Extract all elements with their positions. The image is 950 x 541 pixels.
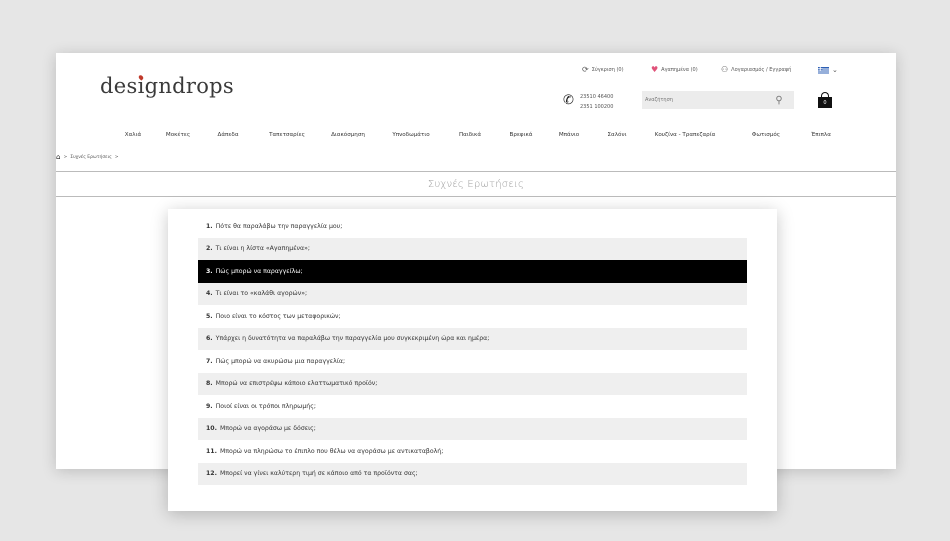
faq-item[interactable]: 11. Μπορώ να πληρώσω το έπιπλο που θέλω ν… — [198, 440, 747, 463]
account-label: Λογαριασμός / Εγγραφή — [731, 67, 792, 73]
nav-item[interactable]: Κουζίνα - Τραπεζαρία — [655, 132, 716, 138]
faq-panel: 1. Πότε θα παραλάβω την παραγγελία μου; 2… — [168, 209, 777, 511]
nav-item[interactable]: Μπάνιο — [559, 132, 579, 138]
phone-number-2[interactable]: 2351 100200 — [580, 102, 613, 112]
faq-number: 7. — [206, 357, 213, 365]
nav-item[interactable]: Σαλόνι — [608, 132, 627, 138]
breadcrumb-current: Συχνές Ερωτήσεις — [70, 154, 112, 160]
cart-count: 0 — [818, 97, 832, 108]
faq-question: Μπορεί να γίνει καλύτερη τιμή σε κάποιο … — [219, 470, 418, 478]
faq-number: 9. — [206, 402, 213, 410]
faq-item[interactable]: 10. Μπορώ να αγοράσω με δόσεις; — [198, 417, 747, 440]
compare-icon: ⟳ — [582, 65, 589, 74]
faq-question: Πώς μπορώ να παραγγείλω; — [215, 267, 303, 275]
wishlist-label: Αγαπημένα (0) — [661, 67, 698, 73]
account-link[interactable]: ⚇ Λογαριασμός / Εγγραφή — [721, 66, 791, 74]
faq-question: Τι είναι η λίστα «Αγαπημένα»; — [215, 245, 310, 253]
search-button[interactable]: ⚲ — [764, 91, 794, 109]
faq-item[interactable]: 7. Πώς μπορώ να ακυρώσω μια παραγγελία; — [198, 350, 747, 373]
faq-number: 4. — [206, 290, 213, 298]
faq-question: Ποιοί είναι οι τρόποι πληρωμής; — [215, 402, 316, 410]
faq-item[interactable]: 4. Τι είναι το «καλάθι αγορών»; — [198, 282, 747, 305]
faq-number: 6. — [206, 335, 213, 343]
faq-question: Μπορώ να επιστρέψω κάποιο ελαττωματικό π… — [215, 380, 378, 388]
faq-number: 5. — [206, 312, 213, 320]
nav-item[interactable]: Βρεφικά — [510, 132, 533, 138]
faq-number: 12. — [206, 470, 217, 478]
site-logo[interactable]: designdrops — [100, 74, 234, 98]
home-icon[interactable]: ⌂ — [56, 153, 60, 161]
nav-item[interactable]: Υπνοδωμάτιο — [392, 132, 429, 138]
nav-item[interactable]: Έπιπλα — [811, 132, 831, 138]
logo-text-start: des — [100, 74, 138, 98]
faq-number: 1. — [206, 222, 213, 230]
nav-item[interactable]: Δάπεδα — [217, 132, 238, 138]
nav-item[interactable]: Χαλιά — [125, 132, 141, 138]
faq-number: 8. — [206, 380, 213, 388]
nav-item[interactable]: Παιδικά — [459, 132, 481, 138]
title-band: Συχνές Ερωτήσεις — [56, 171, 896, 197]
page-title: Συχνές Ερωτήσεις — [427, 178, 525, 190]
compare-link[interactable]: ⟳ Σύγκριση (0) — [582, 66, 624, 74]
faq-item[interactable]: 6. Υπάρχει η δυνατότητα να παραλάβω την π… — [198, 327, 747, 350]
faq-question: Πότε θα παραλάβω την παραγγελία μου; — [215, 222, 343, 230]
nav-item[interactable]: Μοκέτες — [166, 132, 190, 138]
faq-question: Υπάρχει η δυνατότητα να παραλάβω την παρ… — [215, 335, 490, 343]
faq-item[interactable]: 12. Μπορεί να γίνει καλύτερη τιμή σε κάπο… — [198, 462, 747, 485]
faq-question: Μπορώ να πληρώσω το έπιπλο που θέλω να α… — [219, 447, 444, 455]
faq-number: 10. — [206, 425, 217, 433]
faq-question: Πώς μπορώ να ακυρώσω μια παραγγελία; — [215, 357, 346, 365]
heart-icon: ♥ — [651, 65, 659, 74]
nav-item[interactable]: Διακόσμηση — [331, 132, 365, 138]
faq-item[interactable]: 9. Ποιοί είναι οι τρόποι πληρωμής; — [198, 395, 747, 418]
user-icon: ⚇ — [721, 65, 729, 74]
faq-item[interactable]: 5. Ποιο είναι το κόστος των μεταφορικών; — [198, 305, 747, 328]
breadcrumb: ⌂ > Συχνές Ερωτήσεις > — [56, 153, 119, 161]
faq-item[interactable]: 8. Μπορώ να επιστρέψω κάποιο ελαττωματικό… — [198, 372, 747, 395]
search-icon: ⚲ — [775, 94, 783, 106]
main-navigation: Χαλιά Μοκέτες Δάπεδα Ταπετσαρίες Διακόσμ… — [56, 132, 896, 142]
logo-text-dot-letter: i — [137, 74, 145, 98]
faq-number: 2. — [206, 245, 213, 253]
faq-list: 1. Πότε θα παραλάβω την παραγγελία μου; 2… — [198, 215, 747, 485]
cart-button[interactable]: 0 — [818, 92, 832, 108]
language-selector[interactable]: ⌄ — [818, 66, 838, 74]
wishlist-link[interactable]: ♥ Αγαπημένα (0) — [651, 66, 698, 74]
faq-question: Ποιο είναι το κόστος των μεταφορικών; — [215, 312, 341, 320]
breadcrumb-separator: > — [63, 154, 68, 160]
phone-icon: ✆ — [563, 93, 574, 108]
chevron-down-icon: ⌄ — [832, 66, 838, 74]
faq-item-active[interactable]: 3. Πώς μπορώ να παραγγείλω; — [198, 260, 747, 283]
faq-item[interactable]: 1. Πότε θα παραλάβω την παραγγελία μου; — [198, 215, 747, 238]
faq-item[interactable]: 2. Τι είναι η λίστα «Αγαπημένα»; — [198, 237, 747, 260]
compare-label: Σύγκριση (0) — [591, 67, 624, 73]
breadcrumb-separator: > — [114, 154, 119, 160]
logo-text-end: gndrops — [144, 74, 235, 98]
faq-number: 11. — [206, 447, 217, 455]
nav-item[interactable]: Ταπετσαρίες — [269, 132, 305, 138]
faq-question: Τι είναι το «καλάθι αγορών»; — [215, 290, 308, 298]
phone-number-1[interactable]: 23510 46400 — [580, 92, 613, 102]
greek-flag-icon — [818, 66, 829, 74]
faq-number: 3. — [206, 267, 213, 275]
phone-numbers: 23510 46400 2351 100200 — [580, 92, 613, 112]
faq-question: Μπορώ να αγοράσω με δόσεις; — [219, 425, 316, 433]
nav-item[interactable]: Φωτισμός — [752, 132, 780, 138]
